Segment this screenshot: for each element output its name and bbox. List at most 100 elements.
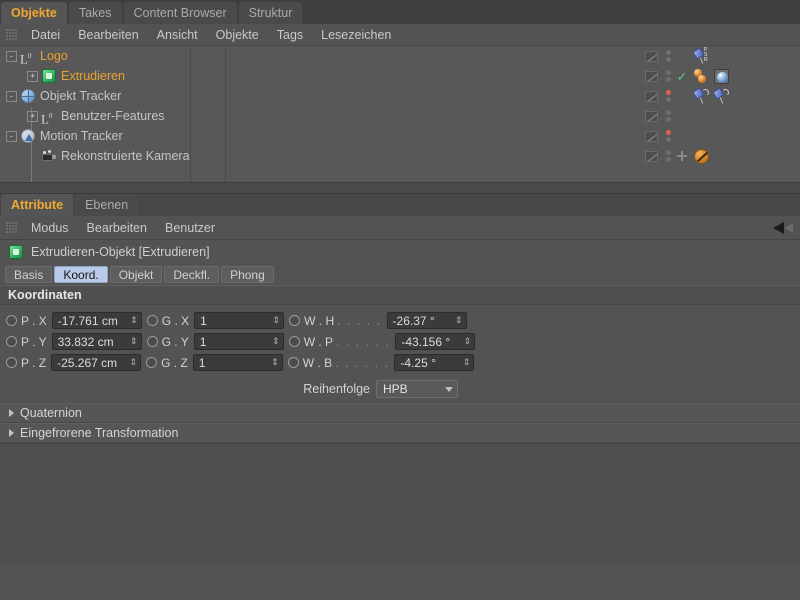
grip-handle-icon[interactable] xyxy=(6,222,17,233)
visibility-toggle[interactable] xyxy=(640,110,662,122)
coordinates-grid: P . X -17.761 cm ⇕ G . X 1 ⇕ W . H . . . xyxy=(0,305,800,379)
tab-ebenen[interactable]: Ebenen xyxy=(75,194,139,216)
tab-koord[interactable]: Koord. xyxy=(54,266,108,283)
visibility-toggle[interactable] xyxy=(640,130,662,142)
rotation-h-field[interactable]: -26.37 ° ⇕ xyxy=(386,312,467,329)
object-tree-scrollbar[interactable] xyxy=(0,182,800,193)
ball-tag-icon[interactable] xyxy=(693,68,710,85)
tree-row-rekonstruierte-kamera[interactable]: Rekonstruierte Kamera xyxy=(0,146,800,166)
rotation-p-field[interactable]: -43.156 ° ⇕ xyxy=(395,333,476,350)
enable-dots[interactable] xyxy=(662,110,674,122)
position-z-radio[interactable] xyxy=(6,357,17,368)
tab-objekt[interactable]: Objekt xyxy=(109,266,163,283)
rotation-order-dropdown[interactable]: HPB xyxy=(376,380,458,398)
rotation-b-field[interactable]: -4.25 ° ⇕ xyxy=(394,354,475,371)
pin-arc-tag-icon[interactable] xyxy=(692,86,710,105)
menu-bearbeiten[interactable]: Bearbeiten xyxy=(69,24,147,46)
visibility-toggle[interactable] xyxy=(640,150,662,162)
menu-ansicht[interactable]: Ansicht xyxy=(148,24,207,46)
enable-dots[interactable] xyxy=(662,150,674,162)
material-tag-icon[interactable] xyxy=(713,68,730,85)
spinner-icon[interactable]: ⇕ xyxy=(271,358,279,367)
visibility-toggle[interactable] xyxy=(640,90,662,102)
tab-content-browser[interactable]: Content Browser xyxy=(123,2,237,24)
scale-y-radio[interactable] xyxy=(146,336,158,347)
tree-item-label: Objekt Tracker xyxy=(40,89,122,103)
tab-takes[interactable]: Takes xyxy=(68,2,122,24)
section-quaternion[interactable]: Quaternion xyxy=(0,403,800,423)
scale-z-radio[interactable] xyxy=(146,357,158,368)
tab-objekte[interactable]: Objekte xyxy=(1,2,67,24)
menu-modus[interactable]: Modus xyxy=(22,217,78,239)
tag-cell[interactable] xyxy=(690,148,800,165)
scale-x-radio[interactable] xyxy=(146,315,158,326)
menu-tags[interactable]: Tags xyxy=(268,24,312,46)
rotation-h-radio[interactable] xyxy=(289,315,301,326)
dot-upper xyxy=(665,150,671,155)
expander-toggle[interactable]: - xyxy=(6,90,17,102)
visibility-toggle[interactable] xyxy=(640,70,662,82)
tree-row-logo[interactable]: - L0 Logo PSR xyxy=(0,46,800,66)
spinner-icon[interactable]: ⇕ xyxy=(464,337,472,346)
prohibited-tag-icon[interactable] xyxy=(693,148,710,165)
enable-dots[interactable] xyxy=(662,130,674,142)
tag-cell[interactable] xyxy=(690,68,800,85)
spinner-icon[interactable]: ⇕ xyxy=(130,337,138,346)
spinner-icon[interactable]: ⇕ xyxy=(455,316,463,325)
position-z-field[interactable]: -25.267 cm ⇕ xyxy=(51,354,142,371)
enable-dots[interactable] xyxy=(662,50,674,62)
menu-benutzer[interactable]: Benutzer xyxy=(156,217,224,239)
enable-dots[interactable] xyxy=(662,90,674,102)
tree-row-extrudieren[interactable]: + Extrudieren ✓ xyxy=(0,66,800,86)
tree-item-label: Benutzer-Features xyxy=(61,109,165,123)
tree-row-benutzer-features[interactable]: + L0 Benutzer-Features xyxy=(0,106,800,126)
rotation-b-label-text: W . B xyxy=(302,355,333,370)
visibility-toggle[interactable] xyxy=(640,50,662,62)
position-x-field[interactable]: -17.761 cm ⇕ xyxy=(51,312,142,329)
spinner-icon[interactable]: ⇕ xyxy=(130,358,138,367)
enable-dots[interactable] xyxy=(662,70,674,82)
scale-y-field[interactable]: 1 ⇕ xyxy=(193,333,284,350)
mark-cell[interactable] xyxy=(674,151,690,161)
spinner-icon[interactable]: ⇕ xyxy=(130,316,138,325)
menu-lesezeichen[interactable]: Lesezeichen xyxy=(312,24,400,46)
navigate-back-button[interactable] xyxy=(772,221,794,235)
tree-row-objekt-tracker[interactable]: - Objekt Tracker xyxy=(0,86,800,106)
tab-phong[interactable]: Phong xyxy=(221,266,274,283)
menu-bearbeiten[interactable]: Bearbeiten xyxy=(78,217,156,239)
grip-handle-icon[interactable] xyxy=(6,29,17,40)
expander-toggle[interactable]: - xyxy=(6,130,17,142)
tab-basis[interactable]: Basis xyxy=(5,266,53,283)
position-y-radio[interactable] xyxy=(6,336,17,347)
pin-arc-tag-icon[interactable] xyxy=(712,86,730,105)
rotation-h-value: -26.37 ° xyxy=(392,313,435,328)
position-x-group: P . X -17.761 cm ⇕ xyxy=(6,312,147,329)
spinner-icon[interactable]: ⇕ xyxy=(273,316,281,325)
tree-item-label: Extrudieren xyxy=(61,69,125,83)
section-eingefrorene-transformation[interactable]: Eingefrorene Transformation xyxy=(0,423,800,443)
tab-deckfl[interactable]: Deckfl. xyxy=(164,266,220,283)
menu-objekte[interactable]: Objekte xyxy=(207,24,268,46)
expander-toggle[interactable]: + xyxy=(27,70,38,82)
position-x-radio[interactable] xyxy=(6,315,17,326)
scale-x-field[interactable]: 1 ⇕ xyxy=(194,312,285,329)
dot-lower xyxy=(665,157,671,162)
rotation-b-radio[interactable] xyxy=(287,357,299,368)
tab-attribute[interactable]: Attribute xyxy=(1,194,74,216)
tab-struktur[interactable]: Struktur xyxy=(238,2,303,24)
rotation-p-radio[interactable] xyxy=(288,336,300,347)
scale-z-field[interactable]: 1 ⇕ xyxy=(192,354,283,371)
expander-toggle[interactable]: + xyxy=(27,110,38,122)
spinner-icon[interactable]: ⇕ xyxy=(463,358,471,367)
tag-cell[interactable] xyxy=(690,86,800,105)
tag-cell[interactable]: PSR xyxy=(690,46,800,65)
object-tree[interactable]: - L0 Logo PSR + Extrudieren ✓ - Objekt T… xyxy=(0,46,800,182)
position-y-field[interactable]: 33.832 cm ⇕ xyxy=(51,333,142,350)
cross-icon xyxy=(677,151,687,161)
tree-row-motion-tracker[interactable]: - Motion Tracker xyxy=(0,126,800,146)
psr-pin-tag-icon[interactable]: PSR xyxy=(692,46,710,65)
menu-datei[interactable]: Datei xyxy=(22,24,69,46)
spinner-icon[interactable]: ⇕ xyxy=(272,337,280,346)
expander-toggle[interactable]: - xyxy=(6,50,17,62)
mark-cell[interactable]: ✓ xyxy=(674,70,690,83)
